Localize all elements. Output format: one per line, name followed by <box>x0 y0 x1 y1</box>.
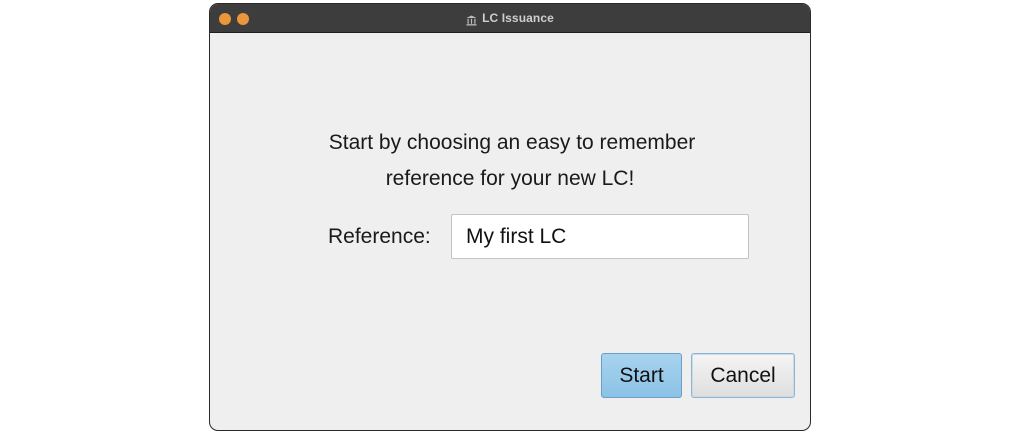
cancel-button[interactable]: Cancel <box>691 353 795 398</box>
window-title: LC Issuance <box>210 4 810 32</box>
intro-line-2: reference for your new LC! <box>385 167 635 190</box>
intro-text: Start by choosing an easy to remember re… <box>210 125 810 197</box>
intro-line-1: Start by choosing an easy to remember <box>328 131 696 154</box>
reference-label: Reference: <box>328 225 431 248</box>
window-title-text: LC Issuance <box>482 11 554 25</box>
dialog-content: Start by choosing an easy to remember re… <box>210 33 810 430</box>
bank-icon <box>466 13 477 25</box>
reference-input[interactable] <box>451 214 749 259</box>
start-button[interactable]: Start <box>601 353 682 398</box>
title-bar[interactable]: LC Issuance <box>210 4 810 33</box>
lc-issuance-window: LC Issuance Start by choosing an easy to… <box>209 3 811 431</box>
